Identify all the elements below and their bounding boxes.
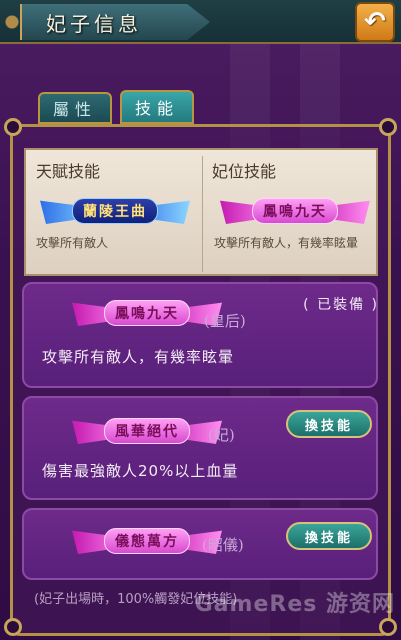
skill-name: 鳳鳴九天: [104, 300, 190, 326]
title-bar: 妃子信息 ↶: [0, 0, 401, 44]
rank-skill-name: 鳳鳴九天: [252, 198, 338, 224]
button-label: 換技能: [304, 530, 353, 546]
return-arrow-icon: ↶: [364, 7, 386, 37]
skill-badge: 儀態萬方: [72, 524, 222, 558]
button-label: 換技能: [304, 418, 353, 434]
tab-skills[interactable]: 技能: [120, 90, 194, 124]
divider: [202, 156, 203, 272]
rank-skill-label: 妃位技能: [212, 162, 277, 181]
tab-attributes[interactable]: 屬性: [38, 92, 112, 124]
frame-corner-ornament: [4, 618, 22, 636]
talent-skill-badge: 蘭陵王曲: [40, 194, 190, 228]
talent-skill-label: 天賦技能: [36, 162, 101, 181]
skill-badge: 鳳鳴九天: [72, 296, 222, 330]
frame-corner-ornament: [379, 118, 397, 136]
page-title: 妃子信息: [46, 12, 142, 36]
back-button[interactable]: ↶: [355, 2, 395, 42]
skill-description: 傷害最強敵人20%以上血量: [42, 462, 239, 480]
skill-badge: 風華絕代: [72, 414, 222, 448]
tab-label: 屬性: [52, 100, 97, 119]
change-skill-button[interactable]: 換技能: [286, 522, 372, 550]
skill-position: (昭儀): [202, 536, 244, 554]
skill-description: 攻擊所有敵人，有幾率眩暈: [42, 348, 235, 366]
rank-skill-badge: 鳳鳴九天: [220, 194, 370, 228]
rank-skill-description: 攻擊所有敵人，有幾率眩暈: [214, 236, 359, 250]
equipped-status: ( 已裝備 ): [303, 297, 379, 313]
screen: 妃子信息 ↶ 屬性 技能 天賦技能 妃位技能 蘭陵王曲 鳳鳴九天 攻擊所有敵人 …: [0, 0, 401, 640]
skill-info-panel: 天賦技能 妃位技能 蘭陵王曲 鳳鳴九天 攻擊所有敵人 攻擊所有敵人，有幾率眩暈: [24, 148, 378, 276]
skill-name: 風華絕代: [104, 418, 190, 444]
skill-row[interactable]: 儀態萬方 (昭儀) 換技能: [22, 508, 378, 580]
skill-row[interactable]: 風華絕代 (妃) 換技能 傷害最強敵人20%以上血量: [22, 396, 378, 500]
frame-corner-ornament: [379, 618, 397, 636]
change-skill-button[interactable]: 換技能: [286, 410, 372, 438]
talent-skill-description: 攻擊所有敵人: [36, 236, 109, 250]
tab-label: 技能: [134, 99, 179, 118]
watermark: GameRes 游资网: [194, 592, 395, 617]
talent-skill-name: 蘭陵王曲: [72, 198, 158, 224]
skill-name: 儀態萬方: [104, 528, 190, 554]
frame-corner-ornament: [4, 118, 22, 136]
skill-position: (皇后): [204, 312, 246, 330]
skill-position: (妃): [208, 426, 235, 444]
